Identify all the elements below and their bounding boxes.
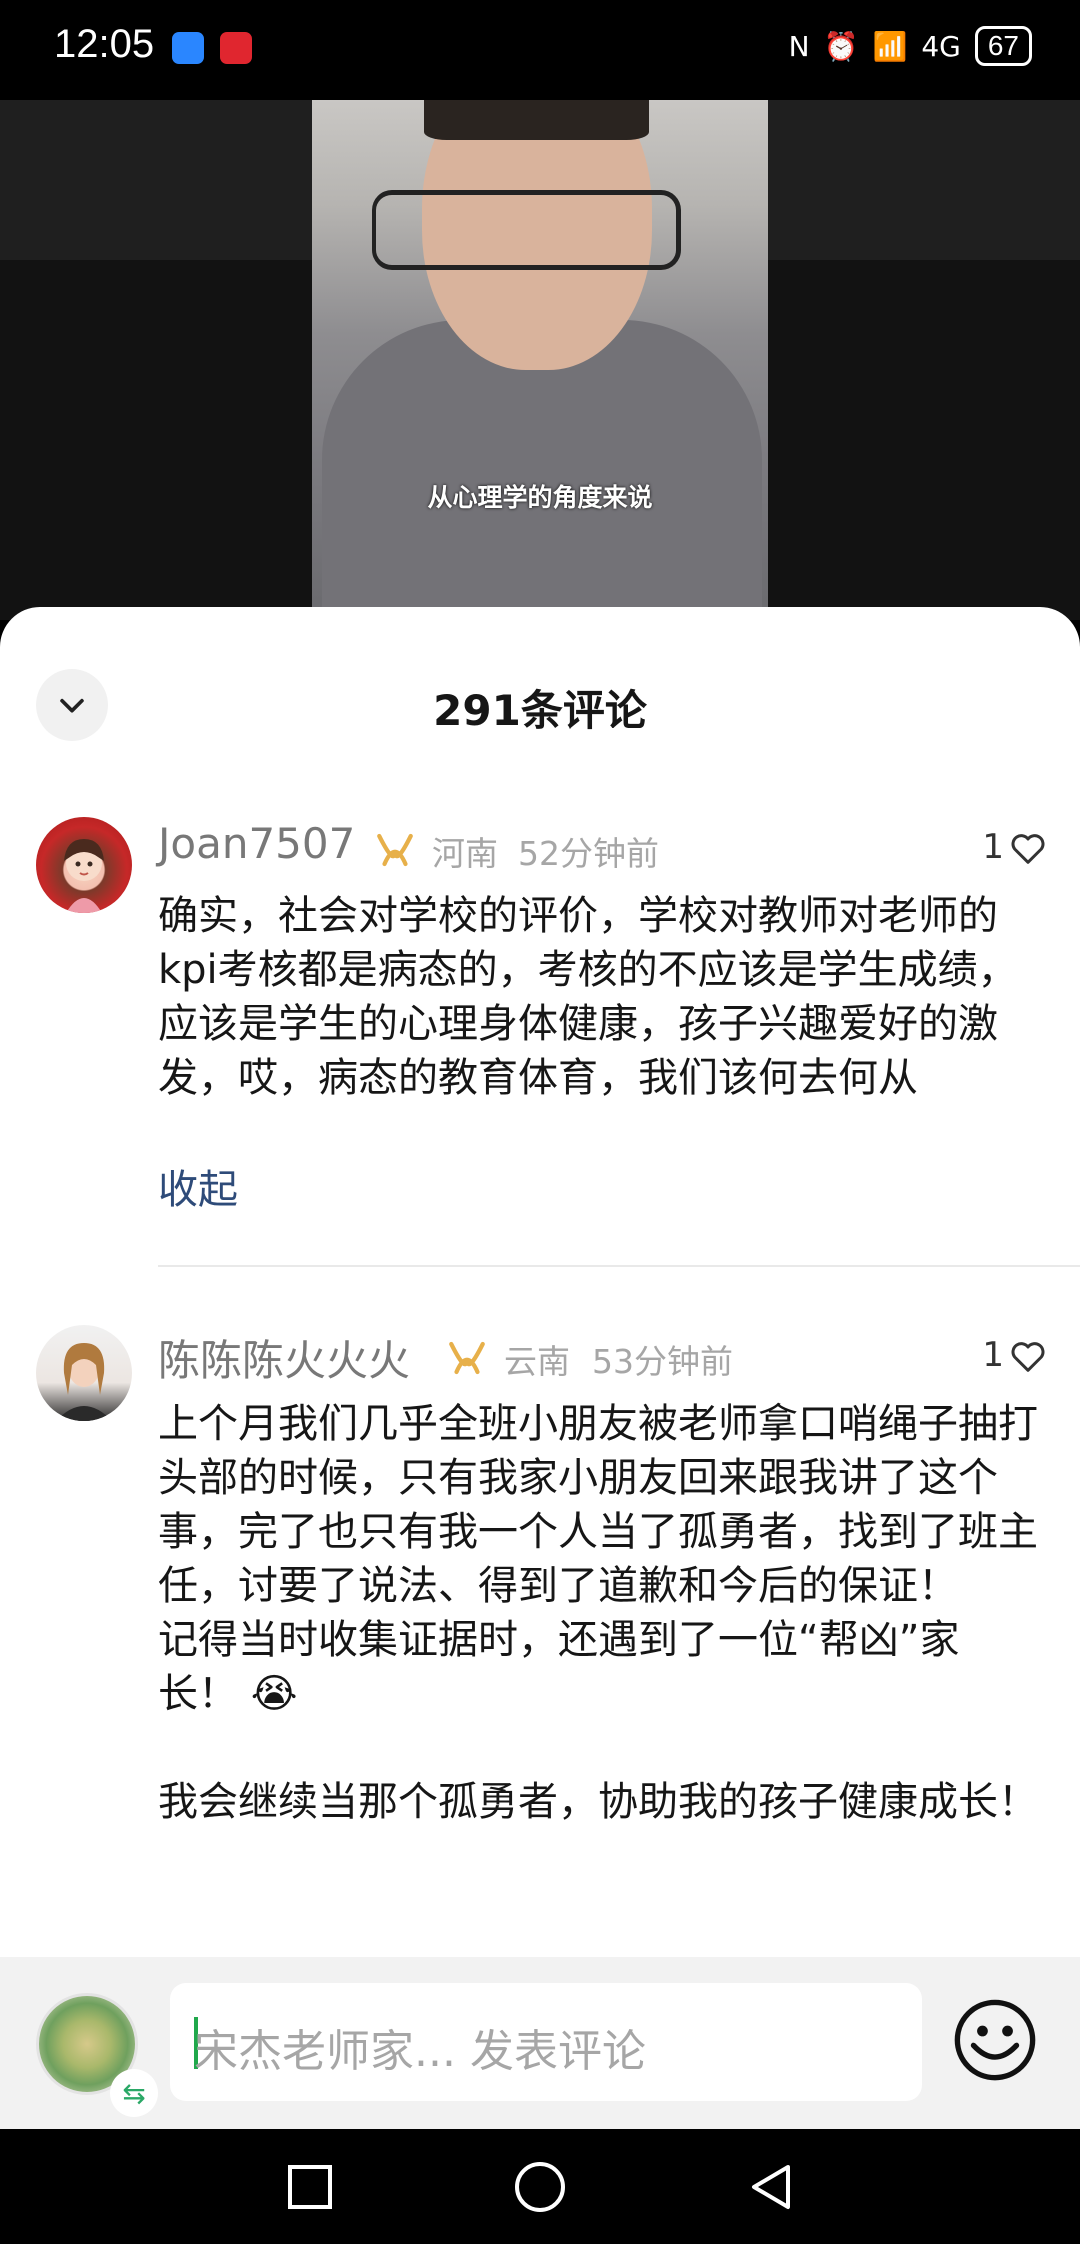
- status-icons: N ⏰ 📶 4G 67: [789, 26, 1032, 66]
- comment-text: 确实，社会对学校的评价，学校对教师对老师的kpi考核都是病态的，考核的不应该是学…: [158, 893, 1018, 1101]
- person-hair: [424, 100, 649, 140]
- comment-input-placeholder: 宋杰老师家... 发表评论: [194, 2026, 646, 2077]
- video-frame[interactable]: 从心理学的角度来说: [312, 100, 768, 620]
- like-count: 1: [982, 1335, 1004, 1375]
- avatar[interactable]: [36, 1325, 132, 1421]
- collapse-link[interactable]: 收起: [158, 1157, 238, 1215]
- status-time: 12:05: [54, 22, 155, 66]
- comment-username[interactable]: Joan7507: [158, 819, 355, 868]
- comment-location: 云南: [504, 1342, 570, 1381]
- back-button[interactable]: [710, 2129, 830, 2244]
- comment-input-bar: ⇆ 宋杰老师家... 发表评论: [0, 1957, 1080, 2129]
- app-notification-icon: [172, 32, 204, 64]
- alarm-icon: ⏰: [823, 29, 859, 63]
- badge-icon: [377, 833, 413, 867]
- avatar-illustration: [64, 839, 104, 913]
- avatar[interactable]: [36, 817, 132, 913]
- video-area[interactable]: 从心理学的角度来说: [0, 100, 1080, 620]
- message-notification-icon: [220, 32, 252, 64]
- back-triangle-icon: [752, 2164, 790, 2209]
- avatar-photo: [56, 1343, 112, 1421]
- divider: [158, 1265, 1080, 1267]
- status-bar: 12:05 N ⏰ 📶 4G 67: [0, 0, 1080, 100]
- heart-icon[interactable]: [1008, 1337, 1048, 1377]
- glasses: [372, 190, 681, 270]
- square-icon: [288, 2164, 332, 2209]
- comment-location: 河南: [432, 834, 498, 873]
- home-button[interactable]: [480, 2129, 600, 2244]
- circle-icon: [515, 2161, 565, 2212]
- emoji-icon[interactable]: [952, 1997, 1038, 2083]
- comment-text: 上个月我们几乎全班小朋友被老师拿口哨绳子抽打头部的时候，只有我家小朋友回来跟我讲…: [158, 1401, 1038, 1825]
- comment-time: 53分钟前: [592, 1342, 733, 1381]
- nfc-icon: N: [788, 29, 810, 63]
- comment-username[interactable]: 陈陈陈火火火: [158, 1327, 410, 1388]
- network-type: 4G: [921, 29, 961, 63]
- battery-indicator: 67: [974, 26, 1032, 66]
- comments-count-title: 291条评论: [433, 686, 647, 735]
- comment-input[interactable]: 宋杰老师家... 发表评论: [170, 1983, 922, 2101]
- comments-sheet: 291条评论 Joan7507 河南 52分钟前 1 确实，社会对学校的评价，学…: [0, 607, 1080, 1957]
- comment-time: 52分钟前: [518, 834, 659, 873]
- system-nav-bar: [0, 2129, 1080, 2244]
- swap-icon[interactable]: ⇆: [110, 2069, 158, 2117]
- wifi-icon: 📶: [872, 29, 908, 63]
- like-count: 1: [982, 827, 1004, 867]
- heart-icon[interactable]: [1008, 829, 1048, 869]
- recents-button[interactable]: [250, 2129, 370, 2244]
- badge-icon: [449, 1341, 485, 1375]
- video-caption: 从心理学的角度来说: [427, 483, 653, 512]
